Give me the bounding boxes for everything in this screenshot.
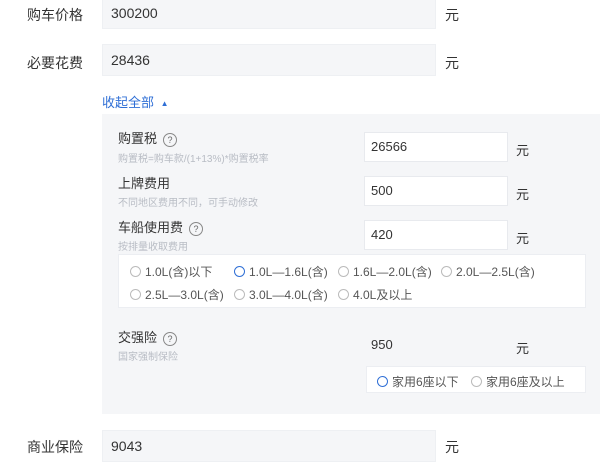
seat-options: 家用6座以下 家用6座及以上 (366, 366, 586, 393)
plate-fee-input[interactable]: 500 (364, 176, 508, 206)
radio-icon (234, 266, 245, 277)
radio-icon (234, 289, 245, 300)
vehicle-tax-hint: 按排量收取费用 (118, 242, 188, 253)
displacement-options: 1.0L(含)以下 1.0L—1.6L(含) 1.6L—2.0L(含) 2.0L… (118, 254, 586, 308)
vehicle-tax-label: 车船使用费 (118, 220, 184, 235)
collapse-all-label: 收起全部 (102, 95, 155, 110)
plate-fee-label: 上牌费用 (118, 176, 171, 191)
plate-fee-hint: 不同地区费用不同，可手动修改 (118, 198, 258, 209)
displacement-option[interactable]: 1.0L(含)以下 (130, 263, 212, 280)
collapse-all-link[interactable]: 收起全部 ▲ (102, 92, 169, 111)
purchase-price-input[interactable]: 300200 (102, 0, 436, 29)
compulsory-insurance-input[interactable]: 950 (364, 330, 508, 360)
caret-up-icon: ▲ (160, 99, 169, 109)
radio-icon (130, 266, 141, 277)
radio-icon (441, 266, 452, 277)
vehicle-tax-unit: 元 (516, 231, 530, 246)
required-fees-unit: 元 (445, 55, 459, 71)
compulsory-insurance-label: 交强险 (118, 330, 158, 345)
commercial-insurance-unit: 元 (445, 439, 459, 455)
seat-option[interactable]: 家用6座及以上 (471, 373, 565, 390)
radio-icon (130, 289, 141, 300)
displacement-option[interactable]: 1.6L—2.0L(含) (338, 263, 432, 280)
displacement-option[interactable]: 2.5L—3.0L(含) (130, 286, 224, 303)
compulsory-insurance-title: 交强险? (118, 327, 178, 346)
help-icon[interactable]: ? (163, 132, 178, 147)
help-icon[interactable]: ? (189, 221, 204, 236)
displacement-option[interactable]: 3.0L—4.0L(含) (234, 286, 328, 303)
radio-icon (338, 266, 349, 277)
displacement-option[interactable]: 2.0L—2.5L(含) (441, 263, 535, 280)
purchase-tax-title: 购置税? (118, 128, 178, 147)
purchase-tax-input[interactable]: 26566 (364, 132, 508, 162)
compulsory-insurance-hint: 国家强制保险 (118, 352, 178, 363)
commercial-insurance-label: 商业保险 (27, 439, 83, 455)
purchase-price-label: 购车价格 (27, 7, 83, 23)
purchase-price-unit: 元 (445, 7, 459, 23)
commercial-insurance-input[interactable]: 9043 (102, 430, 436, 462)
purchase-tax-unit: 元 (516, 143, 530, 158)
purchase-tax-hint: 购置税=购车款/(1+13%)*购置税率 (118, 154, 269, 165)
displacement-option[interactable]: 1.0L—1.6L(含) (234, 263, 328, 280)
radio-icon (471, 376, 482, 387)
required-fees-label: 必要花费 (27, 55, 83, 71)
plate-fee-unit: 元 (516, 187, 530, 202)
radio-icon (377, 376, 388, 387)
help-icon[interactable]: ? (163, 331, 178, 346)
vehicle-tax-title: 车船使用费? (118, 217, 204, 236)
required-fees-input[interactable]: 28436 (102, 44, 436, 76)
radio-icon (338, 289, 349, 300)
compulsory-insurance-unit: 元 (516, 341, 530, 356)
seat-option[interactable]: 家用6座以下 (377, 373, 459, 390)
displacement-option[interactable]: 4.0L及以上 (338, 286, 412, 303)
vehicle-tax-input[interactable]: 420 (364, 220, 508, 250)
purchase-tax-label: 购置税 (118, 131, 158, 146)
